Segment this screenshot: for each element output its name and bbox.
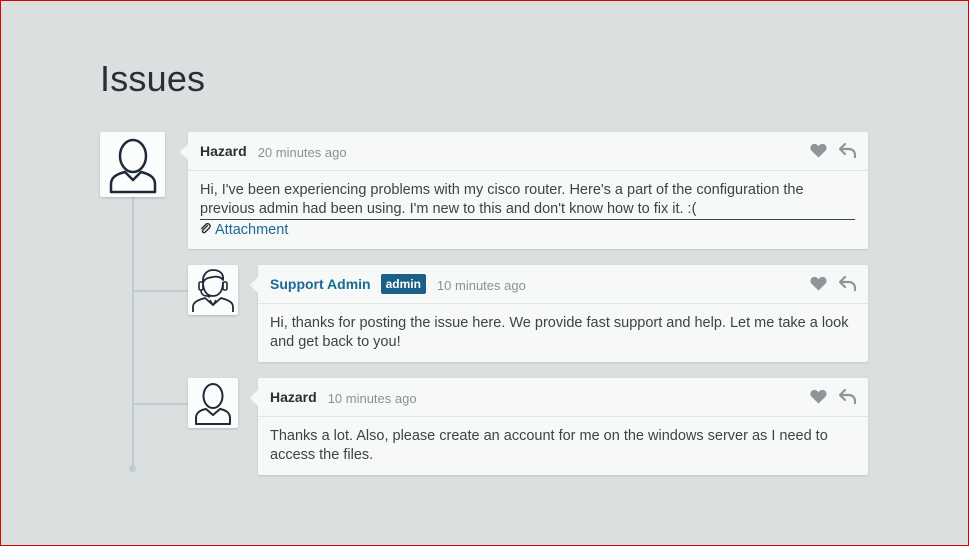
- comment-text: Thanks a lot. Also, please create an acc…: [270, 428, 828, 463]
- reply-icon[interactable]: [838, 142, 857, 163]
- comment-text: Hi, I've been experiencing problems with…: [200, 181, 856, 220]
- heart-icon[interactable]: [810, 143, 827, 163]
- comment-card: Support Admin admin 10 minutes ago Hi, t…: [250, 265, 868, 362]
- comment-header: Support Admin admin 10 minutes ago: [258, 265, 868, 304]
- thread-end-dot: [129, 465, 136, 472]
- comment-body: Hi, I've been experiencing problems with…: [188, 171, 868, 240]
- heart-icon[interactable]: [810, 276, 827, 296]
- avatar[interactable]: [100, 132, 165, 197]
- user-icon: [194, 381, 232, 425]
- comment-author[interactable]: Hazard: [270, 389, 317, 405]
- comment-text-line: previous admin had been using. I'm new t…: [200, 200, 855, 220]
- paperclip-icon: [200, 221, 211, 240]
- reply-icon[interactable]: [838, 275, 857, 296]
- support-agent-icon: [191, 267, 235, 313]
- avatar[interactable]: [188, 265, 238, 315]
- comment-header: Hazard 20 minutes ago: [188, 132, 868, 171]
- comment-author[interactable]: Support Admin: [270, 276, 371, 292]
- thread-branch: [133, 403, 188, 405]
- reply-icon[interactable]: [838, 388, 857, 409]
- avatar[interactable]: [188, 378, 238, 428]
- attachment-link[interactable]: Attachment: [200, 221, 856, 240]
- comment-actions: [810, 142, 857, 163]
- comment-time: 20 minutes ago: [257, 144, 347, 160]
- user-icon: [108, 136, 158, 194]
- comment-body: Hi, thanks for posting the issue here. W…: [258, 304, 868, 352]
- comment-actions: [810, 275, 857, 296]
- comment-time: 10 minutes ago: [327, 390, 417, 406]
- attachment-label: Attachment: [215, 222, 289, 238]
- comment-card: Hazard 10 minutes ago Thanks a lot. Also…: [250, 378, 868, 475]
- comment-text: Hi, thanks for posting the issue here. W…: [270, 315, 849, 350]
- comment-card: Hazard 20 minutes ago Hi, I've been expe…: [180, 132, 868, 249]
- heart-icon[interactable]: [810, 389, 827, 409]
- comment-author[interactable]: Hazard: [200, 143, 247, 159]
- comment-time: 10 minutes ago: [436, 277, 526, 293]
- admin-badge: admin: [380, 274, 426, 294]
- comment-actions: [810, 388, 857, 409]
- thread-branch: [133, 290, 188, 292]
- thread-line: [132, 196, 134, 468]
- page-title: Issues: [100, 58, 206, 99]
- comment-text-line: Hi, I've been experiencing problems with…: [200, 182, 804, 198]
- comment-body: Thanks a lot. Also, please create an acc…: [258, 417, 868, 465]
- comment-header: Hazard 10 minutes ago: [258, 378, 868, 417]
